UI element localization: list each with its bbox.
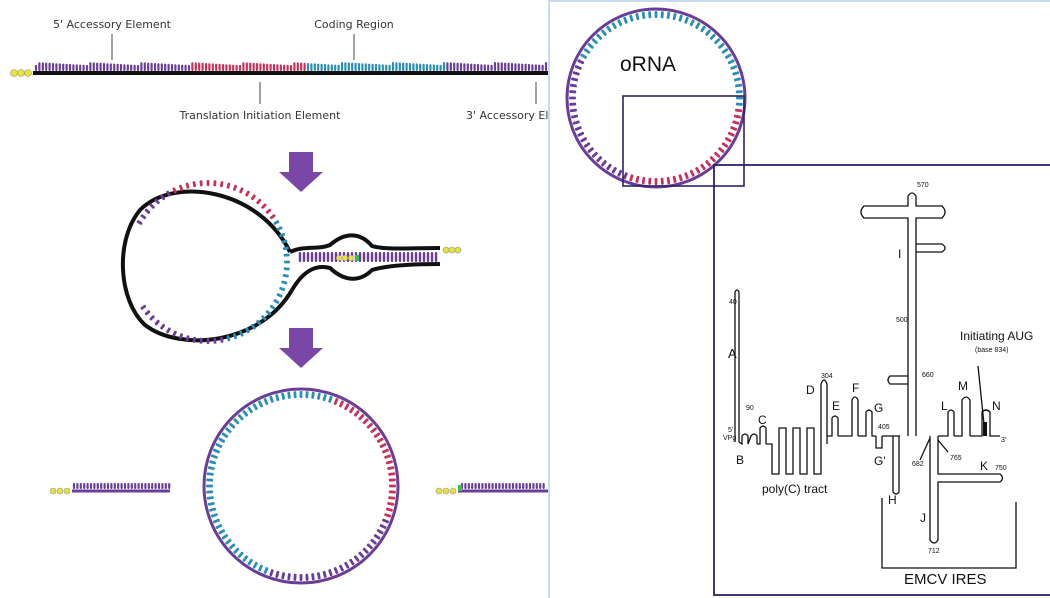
circular-rna [202, 387, 400, 585]
ires-number-660: 660 [922, 372, 934, 379]
ires-label-m: M [958, 379, 968, 393]
polyc-tract-label: poly(C) tract [762, 482, 828, 496]
ires-number-304: 304 [821, 373, 833, 380]
emcv-ires-title: EMCV IRES [904, 571, 987, 588]
linear-rna-construct [10, 62, 548, 77]
ires-label-j: J [920, 511, 926, 525]
three-prime-accessory-label: 3' Accessory Ele [466, 109, 555, 122]
initiating-aug-marker [983, 422, 987, 436]
ires-number-712: 712 [928, 548, 940, 555]
ires-label-b: B [736, 453, 744, 467]
down-arrow-icon [279, 152, 323, 192]
ires-label-n: N [992, 399, 1001, 413]
ires-label-k: K [980, 459, 988, 473]
ires-number-682: 682 [912, 461, 924, 468]
ires-label-g: G [874, 401, 883, 415]
released-3prime-fragment [435, 483, 548, 495]
ires-number-40: 40 [729, 299, 737, 306]
ires-number-570: 570 [917, 182, 929, 189]
ires-label-f: F [852, 381, 859, 395]
translation-initiation-label: Translation Initiation Element [179, 109, 342, 122]
orna-label: oRNA [620, 53, 676, 76]
ires-number-500: 500 [896, 317, 908, 324]
ires-number-90: 90 [746, 405, 754, 412]
ires-label-e: E [832, 399, 840, 413]
ires-label-i: I [898, 247, 901, 261]
hairpin-loop-structure [121, 180, 462, 344]
ires-label-h: H [888, 493, 897, 507]
released-5prime-fragment [49, 483, 171, 495]
ires-three-prime: 3' [1001, 437, 1006, 444]
five-prime-accessory-label: 5' Accessory Element [53, 18, 172, 31]
ires-number-405: 405 [878, 424, 890, 431]
diagram-canvas: 5' Accessory Element Coding Region Trans… [10, 0, 1050, 598]
triphosphate-cap [10, 69, 32, 77]
ires-label-a: A [728, 346, 737, 361]
ires-label-l: L [941, 399, 948, 413]
right-panel [549, 1, 1050, 598]
initiating-aug-label: Initiating AUG [960, 329, 1033, 343]
ires-vpg: VPg [723, 435, 736, 442]
ires-label-g-prime: G' [874, 454, 886, 468]
down-arrow-icon [279, 328, 323, 368]
ires-label-c: C [758, 413, 767, 427]
ires-number-765: 765 [950, 455, 962, 462]
ires-five-prime: 5' [728, 427, 733, 434]
initiating-aug-base: (base 834) [975, 347, 1008, 354]
triphosphate-cap [442, 246, 462, 254]
ires-label-d: D [806, 383, 815, 397]
coding-region-label: Coding Region [314, 18, 394, 31]
ires-number-750: 750 [995, 465, 1007, 472]
